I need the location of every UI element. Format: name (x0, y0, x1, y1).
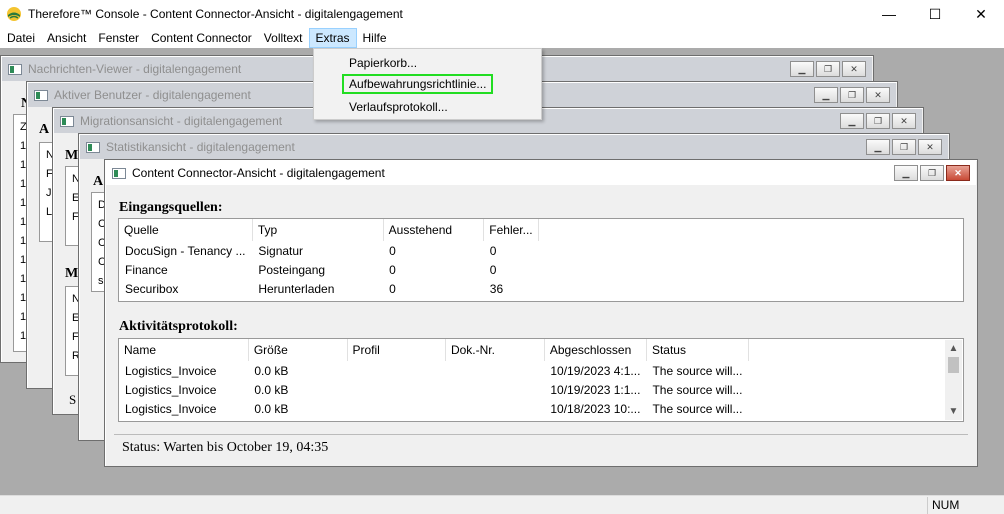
menu-datei[interactable]: Datei (1, 28, 41, 48)
status-text: Status: Warten bis October 19, 04:35 (114, 434, 968, 460)
sources-table[interactable]: Quelle Typ Ausstehend Fehler... DocuSign… (118, 218, 964, 302)
column-header-status[interactable]: Status (646, 339, 750, 361)
restore-button[interactable]: ❐ (866, 113, 890, 129)
menu-ansicht[interactable]: Ansicht (41, 28, 92, 48)
table-row[interactable]: Logistics_Invoice 0.0 kB 10/19/2023 4:1.… (119, 361, 749, 380)
minimize-button[interactable]: — (866, 0, 912, 28)
app-title-bar: Therefore™ Console - Content Connector-A… (0, 0, 1004, 28)
extras-dropdown: Papierkorb... Aufbewahrungsrichtlinie...… (313, 48, 542, 120)
minimize-button[interactable]: ▁ (894, 165, 918, 181)
menu-bar: Datei Ansicht Fenster Content Connector … (0, 28, 1004, 48)
menu-item-papierkorb[interactable]: Papierkorb... (344, 53, 422, 73)
app-title: Therefore™ Console - Content Connector-A… (28, 7, 403, 21)
therefore-logo-icon (7, 7, 21, 21)
status-text: S (69, 392, 77, 407)
window-title: Nachrichten-Viewer - digitalengagement (28, 62, 242, 76)
column-header-dok-nr[interactable]: Dok.-Nr. (445, 339, 545, 361)
window-icon (112, 167, 126, 179)
column-header-quelle[interactable]: Quelle (119, 219, 253, 241)
vertical-scrollbar[interactable]: ▲ ▼ (945, 340, 962, 420)
table-row[interactable]: Securibox Herunterladen 0 36 (119, 279, 539, 298)
num-lock-indicator: NUM (927, 497, 967, 514)
window-icon (34, 89, 48, 101)
menu-content-connector[interactable]: Content Connector (145, 28, 258, 48)
column-header-profil[interactable]: Profil (347, 339, 446, 361)
column-header-typ[interactable]: Typ (252, 219, 384, 241)
close-button[interactable]: ✕ (958, 0, 1004, 28)
maximize-button[interactable]: ☐ (912, 0, 958, 28)
table-row[interactable]: Logistics_Invoice 0.0 kB 10/18/2023 10:.… (119, 399, 749, 418)
minimize-button[interactable]: ▁ (840, 113, 864, 129)
restore-button[interactable]: ❐ (840, 87, 864, 103)
minimize-button[interactable]: ▁ (814, 87, 838, 103)
section-heading: A (93, 174, 104, 189)
menu-extras[interactable]: Extras (308, 28, 357, 48)
table-row[interactable]: Finance Posteingang 0 0 (119, 260, 539, 279)
minimize-button[interactable]: ▁ (790, 61, 814, 77)
window-icon (60, 115, 74, 127)
table-row[interactable]: DocuSign - Tenancy ... Signatur 0 0 (119, 241, 539, 260)
section-heading: M (65, 148, 79, 163)
window-icon (86, 141, 100, 153)
window-icon (8, 63, 22, 75)
column-header-groesse[interactable]: Größe (248, 339, 348, 361)
close-button[interactable]: ✕ (866, 87, 890, 103)
section-heading-2: M (65, 266, 79, 281)
table-row[interactable]: Logistics_Invoice 0.0 kB 10/19/2023 1:1.… (119, 380, 749, 399)
menu-item-verlaufsprotokoll[interactable]: Verlaufsprotokoll... (344, 97, 453, 117)
window-title: Statistikansicht - digitalengagement (106, 140, 295, 154)
activity-log-table[interactable]: Name Größe Profil Dok.-Nr. Abgeschlossen… (118, 338, 964, 422)
log-heading: Aktivitätsprotokoll: (119, 319, 238, 334)
close-button[interactable]: ✕ (918, 139, 942, 155)
close-button[interactable]: ✕ (946, 165, 970, 181)
minimize-button[interactable]: ▁ (866, 139, 890, 155)
scroll-up-icon[interactable]: ▲ (945, 340, 962, 357)
close-button[interactable]: ✕ (892, 113, 916, 129)
menu-volltext[interactable]: Volltext (258, 28, 309, 48)
app-status-bar: NUM (0, 495, 1004, 514)
menu-hilfe[interactable]: Hilfe (357, 28, 393, 48)
column-header-name[interactable]: Name (119, 339, 249, 361)
menu-item-aufbewahrungsrichtlinie[interactable]: Aufbewahrungsrichtlinie... (342, 74, 494, 94)
sources-heading: Eingangsquellen: (119, 200, 223, 215)
restore-button[interactable]: ❐ (816, 61, 840, 77)
scroll-thumb[interactable] (948, 357, 959, 373)
scroll-down-icon[interactable]: ▼ (945, 403, 962, 420)
column-header-abgeschlossen[interactable]: Abgeschlossen (544, 339, 647, 361)
column-header-fehler[interactable]: Fehler... (483, 219, 539, 241)
section-heading: A (39, 122, 50, 137)
mdi-window-content-connector[interactable]: Content Connector-Ansicht - digitalengag… (104, 159, 978, 467)
menu-fenster[interactable]: Fenster (92, 28, 145, 48)
window-title: Migrationsansicht - digitalengagement (80, 114, 283, 128)
window-title: Content Connector-Ansicht - digitalengag… (132, 166, 385, 180)
column-header-ausstehend[interactable]: Ausstehend (383, 219, 485, 241)
restore-button[interactable]: ❐ (892, 139, 916, 155)
close-button[interactable]: ✕ (842, 61, 866, 77)
restore-button[interactable]: ❐ (920, 165, 944, 181)
window-title: Aktiver Benutzer - digitalengagement (54, 88, 251, 102)
